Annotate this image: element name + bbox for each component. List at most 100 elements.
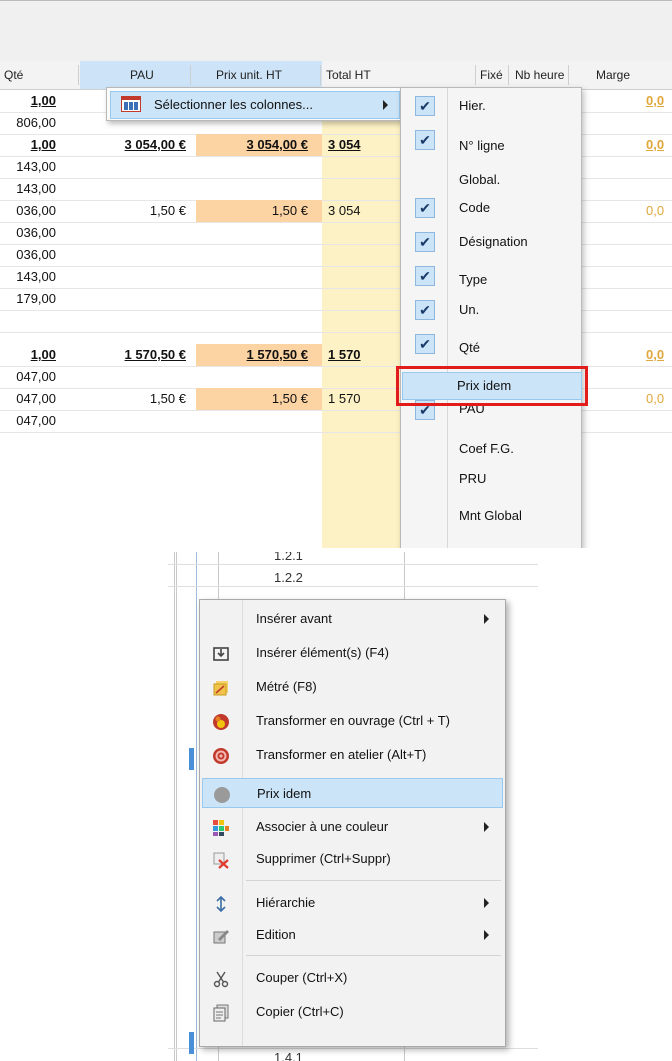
row-marker [189, 748, 194, 770]
context-menu-item[interactable]: Hiérarchie [200, 888, 505, 918]
column-option[interactable]: ✔ Hier. [401, 90, 581, 124]
cell-pau: 1,50 € [149, 203, 186, 218]
prix-idem-highlight-box: Prix idem [396, 366, 588, 406]
column-option[interactable]: ✔ Qté [401, 328, 581, 362]
submenu-arrow-icon [484, 822, 489, 832]
context-menu-item[interactable]: Edition [200, 920, 505, 950]
header-total[interactable]: Total HT [326, 61, 371, 89]
context-menu-item-label: Transformer en ouvrage (Ctrl + T) [256, 713, 450, 728]
context-menu-item-label: Prix idem [257, 786, 312, 801]
header-qte[interactable]: Qté [4, 61, 23, 89]
cell-marge: 0,0 [646, 347, 665, 362]
column-option-label: N° ligne [459, 138, 505, 153]
delete-icon [212, 851, 230, 869]
cell-total: 1 570 [328, 347, 361, 362]
copy-icon [212, 1004, 230, 1022]
select-columns-item[interactable]: Sélectionner les colonnes... [110, 91, 400, 119]
metre-icon [212, 679, 230, 697]
context-menu-item-label: Métré (F8) [256, 679, 317, 694]
context-menu-item-label: Insérer avant [256, 611, 332, 626]
checkmark-icon: ✔ [415, 232, 435, 252]
column-option[interactable]: Global. [401, 158, 581, 192]
column-option[interactable]: PRU [401, 462, 581, 496]
context-menu-item[interactable]: Associer à une couleur [200, 812, 505, 842]
cell-qte: 806,00 [16, 115, 56, 130]
column-option[interactable]: ✔ Code [401, 192, 581, 226]
cell-prix-unit: 1 570,50 € [246, 347, 308, 362]
context-menu-item-label: Copier (Ctrl+C) [256, 1004, 344, 1019]
context-menu-item[interactable]: Transformer en ouvrage (Ctrl + T) [200, 706, 505, 736]
cell-pau: 1 570,50 € [124, 347, 186, 362]
column-selection-screenshot: Qté PAU Prix unit. HT Total HT Fixé Nb h… [0, 0, 672, 548]
context-menu-item-label: Edition [256, 927, 296, 942]
context-menu-item[interactable]: Couper (Ctrl+X) [200, 963, 505, 993]
context-menu-item-label: Insérer élément(s) (F4) [256, 645, 389, 660]
column-option-label: Hier. [459, 98, 486, 113]
cell-prix-unit: 3 054,00 € [246, 137, 308, 152]
context-menu-item[interactable]: Insérer avant [200, 604, 505, 634]
cut-icon [212, 970, 230, 988]
column-option-label: Désignation [459, 234, 528, 249]
header-selection [80, 61, 322, 89]
column-option-label: Type [459, 272, 488, 287]
header-pau[interactable]: PAU [130, 61, 154, 89]
context-menu-item[interactable]: Insérer élément(s) (F4) [200, 638, 505, 668]
column-option-label: Code [459, 200, 491, 215]
prix-idem-icon [213, 786, 231, 804]
row-marker [189, 1032, 194, 1054]
grid-label: 1.4.1 [274, 1050, 303, 1061]
cell-qte [0, 310, 56, 332]
context-menu-item[interactable]: Supprimer (Ctrl+Suppr) [200, 844, 505, 874]
checkmark-icon: ✔ [415, 130, 435, 150]
columns-icon [121, 96, 141, 112]
context-menu-item-label: Couper (Ctrl+X) [256, 970, 348, 985]
cell-qte: 047,00 [16, 369, 56, 384]
cell-qte: 047,00 [16, 413, 56, 428]
column-option[interactable]: Coef F.G. [401, 428, 581, 462]
context-menu-item-label: Supprimer (Ctrl+Suppr) [256, 851, 391, 866]
context-menu-item[interactable]: Transformer en atelier (Alt+T) [200, 740, 505, 770]
context-menu-item-label: Associer à une couleur [256, 819, 389, 834]
color-grid-icon [212, 819, 230, 837]
submenu-arrow-icon [484, 898, 489, 908]
header-nb-heure[interactable]: Nb heure [515, 61, 564, 89]
cell-qte: 047,00 [16, 391, 56, 406]
column-option-label: PRU [459, 471, 487, 486]
header-prix-unit[interactable]: Prix unit. HT [216, 61, 282, 89]
column-option[interactable]: ✔ N° ligne [401, 124, 581, 158]
hierarchy-icon [212, 895, 230, 913]
cell-qte: 143,00 [16, 181, 56, 196]
cell-qte: 143,00 [16, 269, 56, 284]
submenu-arrow-icon [484, 614, 489, 624]
column-option[interactable]: ✔ Un. [401, 294, 581, 328]
cell-pau: 3 054,00 € [124, 137, 186, 152]
column-list-panel: ✔ Hier. ✔ N° ligne Global. ✔ Code ✔ Désignation ✔… [400, 87, 582, 548]
column-option[interactable]: Mnt Global [401, 496, 581, 530]
menu-separator [246, 880, 501, 881]
context-menu-item[interactable]: Métré (F8) [200, 672, 505, 702]
grid-label: 1.2.1 [274, 552, 303, 563]
header-fixe[interactable]: Fixé [480, 61, 503, 89]
prix-idem-option-label: Prix idem [457, 378, 512, 393]
header-marge[interactable]: Marge [596, 61, 630, 89]
grid-header: Qté PAU Prix unit. HT Total HT Fixé Nb h… [0, 61, 672, 90]
context-menu-item[interactable]: Prix idem [202, 778, 503, 808]
cell-marge: 0,0 [646, 93, 665, 108]
menu-separator [246, 955, 501, 956]
context-menu-item-label: Hiérarchie [256, 895, 316, 910]
cell-prix-unit: 1,50 € [271, 391, 308, 406]
ouvrage-icon [212, 713, 230, 731]
column-option-label: Coef F.G. [459, 441, 514, 456]
cell-prix-unit: 1,50 € [271, 203, 308, 218]
context-menu-item[interactable]: Copier (Ctrl+C) [200, 997, 505, 1027]
insert-icon [212, 645, 230, 663]
cell-qte: 036,00 [16, 247, 56, 262]
cell-marge: 0,0 [646, 137, 665, 152]
cell-marge: 0,0 [646, 391, 665, 406]
cell-pau: 1,50 € [149, 391, 186, 406]
column-option-label: Global. [459, 172, 501, 187]
cell-total: 3 054 [328, 203, 361, 218]
column-option[interactable]: ✔ Type [401, 260, 581, 294]
column-option[interactable]: ✔ Désignation [401, 226, 581, 260]
cell-qte: 179,00 [16, 291, 56, 306]
